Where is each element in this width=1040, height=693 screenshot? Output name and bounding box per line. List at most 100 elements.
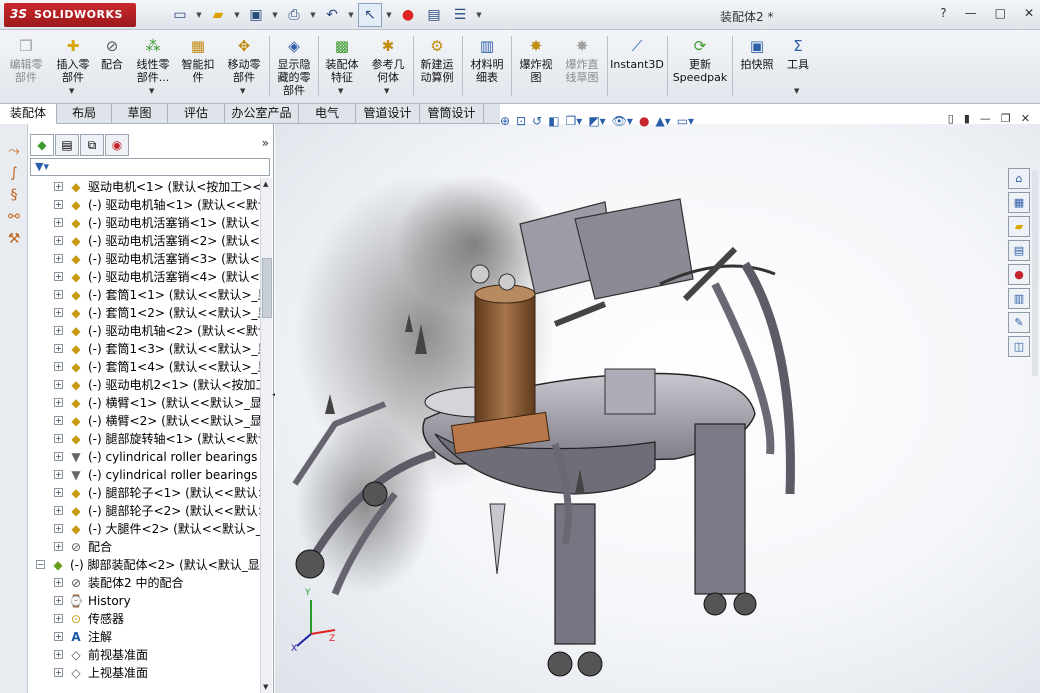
- tab-assembly[interactable]: 装配体: [0, 104, 57, 124]
- expand-toggle-icon[interactable]: +: [54, 218, 63, 227]
- view-palette-icon[interactable]: ▤: [1008, 240, 1030, 261]
- tree-row[interactable]: + ⊘ 装配体2 中的配合: [28, 574, 260, 592]
- bill-of-materials-button[interactable]: ▥ 材料明 细表: [465, 34, 509, 100]
- exploded-view-button[interactable]: ✸ 爆炸视 图: [514, 34, 558, 100]
- expand-toggle-icon[interactable]: +: [54, 200, 63, 209]
- expand-toggle-icon[interactable]: +: [54, 452, 63, 461]
- scroll-thumb[interactable]: [262, 258, 272, 318]
- tab-electrical[interactable]: 电气: [299, 104, 356, 124]
- options-icon[interactable]: ☰: [448, 3, 472, 27]
- expand-toggle-icon[interactable]: +: [54, 614, 63, 623]
- save-dropdown-icon[interactable]: ▼: [270, 3, 280, 27]
- expand-toggle-icon[interactable]: +: [54, 650, 63, 659]
- tree-row[interactable]: + ⊙ 传感器: [28, 610, 260, 628]
- filter-input[interactable]: ▼▾: [30, 158, 270, 176]
- tree-scrollbar[interactable]: ▲ ▼: [260, 178, 272, 693]
- print-dropdown-icon[interactable]: ▼: [308, 3, 318, 27]
- tree-row[interactable]: + ◆ (-) 套筒1<1> (默认<<默认>_显: [28, 286, 260, 304]
- reference-geometry-button[interactable]: ✱ 参考几 何体 ▼: [366, 34, 410, 100]
- tree-row[interactable]: + ◆ (-) 腿部轮子<1> (默认<<默认>: [28, 484, 260, 502]
- expand-toggle-icon[interactable]: +: [54, 380, 63, 389]
- update-speedpak-button[interactable]: ⟳ 更新 Speedpak: [670, 34, 730, 100]
- appearances-icon[interactable]: ●: [1008, 264, 1030, 285]
- tab-office-products[interactable]: 办公室产品: [225, 104, 299, 124]
- chevron-down-icon[interactable]: ▼: [338, 85, 343, 98]
- tab-tubing[interactable]: 管筒设计: [420, 104, 484, 124]
- print-icon[interactable]: ⎙: [282, 3, 306, 27]
- connector-icon[interactable]: ⚯: [5, 208, 23, 226]
- tree-row[interactable]: + A 注解: [28, 628, 260, 646]
- tree-row[interactable]: + ◆ (-) 驱动电机活塞销<4> (默认<: [28, 268, 260, 286]
- new-motion-study-button[interactable]: ⚙ 新建运 动算例: [415, 34, 459, 100]
- tree-row[interactable]: + ▼ (-) cylindrical roller bearings: [28, 466, 260, 484]
- expand-toggle-icon[interactable]: +: [54, 668, 63, 677]
- solidworks-logo[interactable]: 3S SOLIDWORKS: [4, 3, 136, 27]
- expand-toggle-icon[interactable]: +: [54, 344, 63, 353]
- mate-button[interactable]: ⊘ 配合: [96, 34, 128, 100]
- tree-row[interactable]: + ◆ (-) 套筒1<3> (默认<<默认>_显: [28, 340, 260, 358]
- edit-component-button[interactable]: ❒ 编辑零 部件: [4, 34, 48, 100]
- rebuild-traffic-light-icon[interactable]: ●: [396, 3, 420, 27]
- tree-row[interactable]: + ◇ 前视基准面: [28, 646, 260, 664]
- custom-properties-icon[interactable]: ▥: [1008, 288, 1030, 309]
- expand-toggle-icon[interactable]: +: [54, 326, 63, 335]
- open-folder-icon[interactable]: ▰: [206, 3, 230, 27]
- tools-button[interactable]: Σ 工具 ▼: [781, 34, 815, 100]
- solidworks-resources-icon[interactable]: ⌂: [1008, 168, 1030, 189]
- expand-toggle-icon[interactable]: +: [54, 308, 63, 317]
- tree-row[interactable]: + ▼ (-) cylindrical roller bearings: [28, 448, 260, 466]
- tree-row[interactable]: + ◇ 上视基准面: [28, 664, 260, 682]
- select-dropdown-icon[interactable]: ▼: [384, 3, 394, 27]
- robot-model[interactable]: [275, 124, 1040, 693]
- feature-tree-tab-icon[interactable]: ◆: [30, 134, 54, 156]
- chevron-down-icon[interactable]: ▼: [69, 85, 74, 98]
- tree-row[interactable]: − ◆ (-) 脚部装配体<2> (默认<默认_显示: [28, 556, 260, 574]
- tree-row[interactable]: + ◆ (-) 横臂<1> (默认<<默认>_显示: [28, 394, 260, 412]
- expand-toggle-icon[interactable]: +: [54, 506, 63, 515]
- help-icon[interactable]: ?: [940, 6, 946, 20]
- tab-sketch[interactable]: 草图: [112, 104, 168, 124]
- routing-icon[interactable]: ⤳: [5, 142, 23, 160]
- expand-toggle-icon[interactable]: +: [54, 362, 63, 371]
- expand-toggle-icon[interactable]: +: [54, 236, 63, 245]
- tab-piping[interactable]: 管道设计: [356, 104, 420, 124]
- options-dropdown-icon[interactable]: ▼: [474, 3, 484, 27]
- new-document-icon[interactable]: ▭: [168, 3, 192, 27]
- tree-row[interactable]: + ◆ (-) 驱动电机轴<2> (默认<<默认: [28, 322, 260, 340]
- select-pointer-icon[interactable]: ↖: [358, 3, 382, 27]
- tree-row[interactable]: + ◆ (-) 驱动电机轴<1> (默认<<默认: [28, 196, 260, 214]
- explode-line-sketch-button[interactable]: ✸ 爆炸直 线草图: [560, 34, 604, 100]
- chevron-down-icon[interactable]: ▼: [240, 85, 245, 98]
- expand-toggle-icon[interactable]: +: [54, 254, 63, 263]
- tree-row[interactable]: + ◆ (-) 驱动电机2<1> (默认<按加工: [28, 376, 260, 394]
- tab-layout[interactable]: 布局: [57, 104, 112, 124]
- graphics-area[interactable]: ⊕ ⊡ ↺ ◧ ❐▾ ◩▾ 👁▾ ● ▲▾ ▭▾ ▯ ▮ — ❐ ✕ Y Z X…: [275, 112, 1040, 693]
- tree-row[interactable]: + ◆ (-) 驱动电机活塞销<2> (默认<: [28, 232, 260, 250]
- expand-toggle-icon[interactable]: +: [54, 470, 63, 479]
- expand-toggle-icon[interactable]: +: [54, 632, 63, 641]
- tree-row[interactable]: + ◆ (-) 腿部旋转轴<1> (默认<<默认>: [28, 430, 260, 448]
- expand-toggle-icon[interactable]: +: [54, 182, 63, 191]
- tree-row[interactable]: + ◆ (-) 套筒1<2> (默认<<默认>_显: [28, 304, 260, 322]
- assembly-features-button[interactable]: ▩ 装配体 特征 ▼: [320, 34, 364, 100]
- expand-toggle-icon[interactable]: +: [54, 542, 63, 551]
- smart-fasteners-button[interactable]: ▦ 智能扣 件: [178, 34, 218, 100]
- solidworks-forum-icon[interactable]: ✎: [1008, 312, 1030, 333]
- maximize-icon[interactable]: □: [995, 6, 1006, 20]
- tree-row[interactable]: + ◆ (-) 驱动电机活塞销<3> (默认<: [28, 250, 260, 268]
- linear-pattern-button[interactable]: ⁂ 线性零 部件... ▼: [130, 34, 176, 100]
- instant3d-button[interactable]: ⟋ Instant3D: [609, 34, 665, 100]
- tree-row[interactable]: + ⌚ History: [28, 592, 260, 610]
- expand-toggle-icon[interactable]: +: [54, 272, 63, 281]
- tree-row[interactable]: + ◆ (-) 横臂<2> (默认<<默认>_显示: [28, 412, 260, 430]
- expand-toggle-icon[interactable]: +: [54, 290, 63, 299]
- file-explorer-icon[interactable]: ▰: [1008, 216, 1030, 237]
- property-manager-tab-icon[interactable]: ▤: [55, 134, 79, 156]
- chevron-down-icon[interactable]: ▼: [149, 85, 154, 98]
- tree-row[interactable]: + ◆ (-) 驱动电机活塞销<1> (默认<: [28, 214, 260, 232]
- chevron-down-icon[interactable]: ▼: [794, 85, 799, 98]
- move-component-button[interactable]: ✥ 移动零 部件 ▼: [222, 34, 266, 100]
- expand-toggle-icon[interactable]: +: [54, 398, 63, 407]
- undo-dropdown-icon[interactable]: ▼: [346, 3, 356, 27]
- tree-row[interactable]: + ⊘ 配合: [28, 538, 260, 556]
